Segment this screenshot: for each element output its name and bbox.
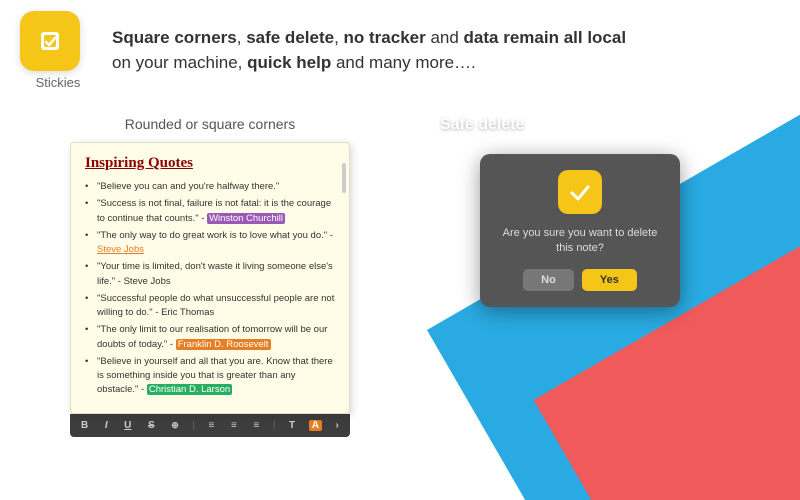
quote-text: "Success is not final, failure is not fa… bbox=[97, 198, 331, 223]
note-title: Inspiring Quotes bbox=[85, 155, 335, 172]
sticky-note[interactable]: Inspiring Quotes "Believe you can and yo… bbox=[70, 142, 350, 414]
list-item: "The only limit to our realisation of to… bbox=[85, 323, 335, 352]
toolbar-strikethrough-btn[interactable]: S bbox=[145, 419, 158, 432]
highlight-larson: Christian D. Larson bbox=[147, 384, 232, 395]
stickies-logo-icon bbox=[32, 23, 68, 59]
list-item: "Believe in yourself and all that you ar… bbox=[85, 355, 335, 398]
toolbar-align1-btn[interactable]: ≡ bbox=[206, 419, 218, 432]
main-content: Rounded or square corners Inspiring Quot… bbox=[0, 100, 800, 500]
app-icon bbox=[20, 11, 80, 71]
note-toolbar: B I U S ⊕ | ≡ ≡ ≡ | T A › bbox=[70, 414, 350, 437]
toolbar-align3-btn[interactable]: ≡ bbox=[250, 419, 262, 432]
list-item: "Successful people do what unsuccessful … bbox=[85, 292, 335, 321]
header-sep2: , bbox=[334, 28, 343, 47]
left-section: Rounded or square corners Inspiring Quot… bbox=[0, 100, 420, 500]
highlight-jobs1: Steve Jobs bbox=[97, 244, 144, 255]
checkmark-icon bbox=[566, 178, 594, 206]
list-item: "Success is not final, failure is not fa… bbox=[85, 197, 335, 226]
right-section: Safe delete Are you sure you want to del… bbox=[420, 100, 800, 500]
header-bold4: data remain all local bbox=[464, 28, 627, 47]
quote-text: "Believe in yourself and all that you ar… bbox=[97, 356, 333, 396]
toolbar-text-btn[interactable]: T bbox=[286, 419, 298, 432]
dialog-icon bbox=[558, 170, 602, 214]
header-text: Square corners, safe delete, no tracker … bbox=[112, 25, 626, 76]
toolbar-align2-btn[interactable]: ≡ bbox=[228, 419, 240, 432]
dialog-no-button[interactable]: No bbox=[523, 269, 574, 291]
list-item: "Your time is limited, don't waste it li… bbox=[85, 260, 335, 289]
header-bold1: Square corners bbox=[112, 28, 237, 47]
header-bold5: quick help bbox=[247, 53, 331, 72]
header-line2b: and many more…. bbox=[331, 53, 476, 72]
header-bold3: no tracker bbox=[344, 28, 426, 47]
right-section-title: Safe delete bbox=[440, 116, 524, 134]
toolbar-code-btn[interactable]: ⊕ bbox=[168, 419, 182, 432]
delete-dialog: Are you sure you want to delete this not… bbox=[480, 154, 680, 307]
dialog-yes-button[interactable]: Yes bbox=[582, 269, 637, 291]
header-sep1: , bbox=[237, 28, 246, 47]
list-item: "The only way to do great work is to lov… bbox=[85, 229, 335, 258]
highlight-winston: Winston Churchill bbox=[207, 213, 285, 224]
toolbar-divider1: | bbox=[192, 420, 195, 431]
header-line2a: on your machine, bbox=[112, 53, 247, 72]
left-section-title: Rounded or square corners bbox=[20, 116, 400, 132]
toolbar-more-btn[interactable]: › bbox=[333, 419, 342, 432]
list-item: "Believe you can and you're halfway ther… bbox=[85, 180, 335, 194]
app-icon-wrapper: Stickies bbox=[20, 11, 96, 90]
dialog-message: Are you sure you want to delete this not… bbox=[496, 226, 664, 257]
toolbar-underline-btn[interactable]: U bbox=[121, 419, 134, 432]
note-list: "Believe you can and you're halfway ther… bbox=[85, 180, 335, 398]
scrollbar-handle[interactable] bbox=[342, 163, 346, 193]
quote-text: "The only way to do great work is to lov… bbox=[97, 230, 333, 255]
highlight-roosevelt: Franklin D. Roosevelt bbox=[176, 339, 271, 350]
quote-text: "Your time is limited, don't waste it li… bbox=[97, 261, 333, 286]
toolbar-text-alt-btn[interactable]: A bbox=[309, 420, 322, 431]
header-sep3: and bbox=[426, 28, 464, 47]
top-bar: Stickies Square corners, safe delete, no… bbox=[0, 0, 800, 100]
quote-text: "Successful people do what unsuccessful … bbox=[97, 293, 334, 318]
app-name-label: Stickies bbox=[36, 75, 81, 90]
toolbar-bold-btn[interactable]: B bbox=[78, 419, 91, 432]
header-bold2: safe delete bbox=[246, 28, 334, 47]
quote-text: "Believe you can and you're halfway ther… bbox=[97, 181, 279, 192]
dialog-buttons: No Yes bbox=[523, 269, 637, 291]
toolbar-italic-btn[interactable]: I bbox=[102, 419, 111, 432]
quote-text: "The only limit to our realisation of to… bbox=[97, 324, 327, 349]
toolbar-divider2: | bbox=[273, 420, 276, 431]
